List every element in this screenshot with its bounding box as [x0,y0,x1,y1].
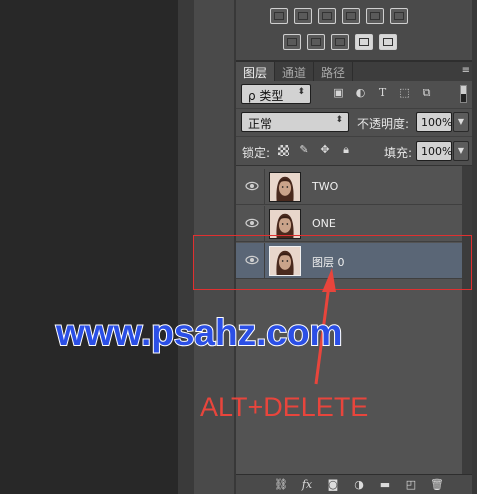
fill-label: 填充: [384,146,413,160]
layer-thumbnail [269,172,301,202]
gradient-map-icon[interactable] [379,34,397,50]
bottom-toolbar-icons: ⛓ fx ◙ ◑ ▬ ◰ 🗑︎ [274,478,444,492]
blend-mode-row: 正常 ⬍ 不透明度: 100% ▼ [236,109,472,137]
new-adjustment-layer-icon[interactable]: ◑ [352,478,366,492]
layer-name[interactable]: TWO [312,180,338,193]
dropdown-arrow-icon: ⬍ [335,115,343,125]
curves-icon[interactable] [318,8,336,24]
lock-image-pixels-icon[interactable]: ✎ [298,144,310,156]
layer-name[interactable]: ONE [312,217,336,230]
tab-channels[interactable]: 通道 [275,62,315,81]
posterize-icon[interactable] [307,34,325,50]
add-mask-icon[interactable]: ◙ [326,478,340,492]
visibility-eye-icon[interactable] [245,180,259,192]
highlight-box [193,235,472,290]
opacity-input[interactable]: 100% [416,112,452,132]
fill-dropdown-button[interactable]: ▼ [453,141,469,161]
blend-mode-value: 正常 [248,117,273,131]
delete-layer-trash-icon[interactable]: 🗑︎ [430,478,444,492]
fill-input[interactable]: 100% [416,141,452,161]
shape-filter-icon[interactable]: ⬚ [398,86,411,99]
filter-icons: ▣ ◐ T ⬚ ⧉ [332,86,433,99]
color-balance-icon[interactable] [366,8,384,24]
panel-tabs: 图层 通道 路径 ≡ [236,62,472,81]
shortcut-annotation: ALT+DELETE [200,392,369,422]
levels-icon[interactable] [294,8,312,24]
layer-row-two[interactable]: TWO [236,169,462,205]
lock-position-icon[interactable]: ✥ [319,144,331,156]
watermark-text: www.psahz.com [55,311,343,354]
image-filter-icon[interactable]: ▣ [332,86,345,99]
link-layers-icon[interactable]: ⛓ [274,478,288,492]
threshold-icon[interactable] [331,34,349,50]
new-group-folder-icon[interactable]: ▬ [378,478,392,492]
opacity-dropdown-button[interactable]: ▼ [453,112,469,132]
lock-transparent-pixels-icon[interactable] [278,144,289,156]
new-layer-icon[interactable]: ◰ [404,478,418,492]
layers-bottom-toolbar: ⛓ fx ◙ ◑ ▬ ◰ 🗑︎ [236,474,472,494]
tab-paths[interactable]: 路径 [314,62,354,81]
exposure-icon[interactable] [342,8,360,24]
panel-scrollbar[interactable] [472,0,477,494]
selective-color-icon[interactable] [355,34,373,50]
layer-style-fx-icon[interactable]: fx [300,478,314,492]
blend-mode-dropdown[interactable]: 正常 ⬍ [241,112,349,132]
panel-menu-icon[interactable]: ≡ [462,65,470,76]
dropdown-arrow-icon: ⬍ [297,87,305,97]
brightness-contrast-icon[interactable] [270,8,288,24]
filter-kind-dropdown[interactable]: ρ 类型 ⬍ [241,84,311,104]
filter-kind-label: ρ 类型 [248,89,284,103]
lock-row: 锁定: ✎ ✥ 🔒︎ 填充: 100% ▼ [236,137,472,166]
opacity-label: 不透明度: [357,117,410,131]
adjustment-filter-icon[interactable]: ◐ [354,86,367,99]
smart-object-filter-icon[interactable]: ⧉ [420,86,433,99]
canvas-edge [178,0,194,494]
filter-toggle-switch[interactable] [460,85,467,103]
layer-filter-row: ρ 类型 ⬍ ▣ ◐ T ⬚ ⧉ [236,81,472,109]
lock-icons: ✎ ✥ 🔒︎ [278,144,352,156]
visibility-eye-icon[interactable] [245,217,259,229]
layers-scrollbar[interactable] [462,166,472,474]
canvas-area [0,0,178,494]
adjustments-row-2 [283,34,397,50]
adjustments-row-1 [270,8,408,24]
invert-icon[interactable] [283,34,301,50]
tab-layers[interactable]: 图层 [236,62,276,81]
eye-separator [264,169,265,205]
lock-label: 锁定: [242,146,271,160]
type-filter-icon[interactable]: T [376,86,389,99]
lock-all-icon[interactable]: 🔒︎ [340,144,352,156]
channel-mixer-icon[interactable] [390,8,408,24]
